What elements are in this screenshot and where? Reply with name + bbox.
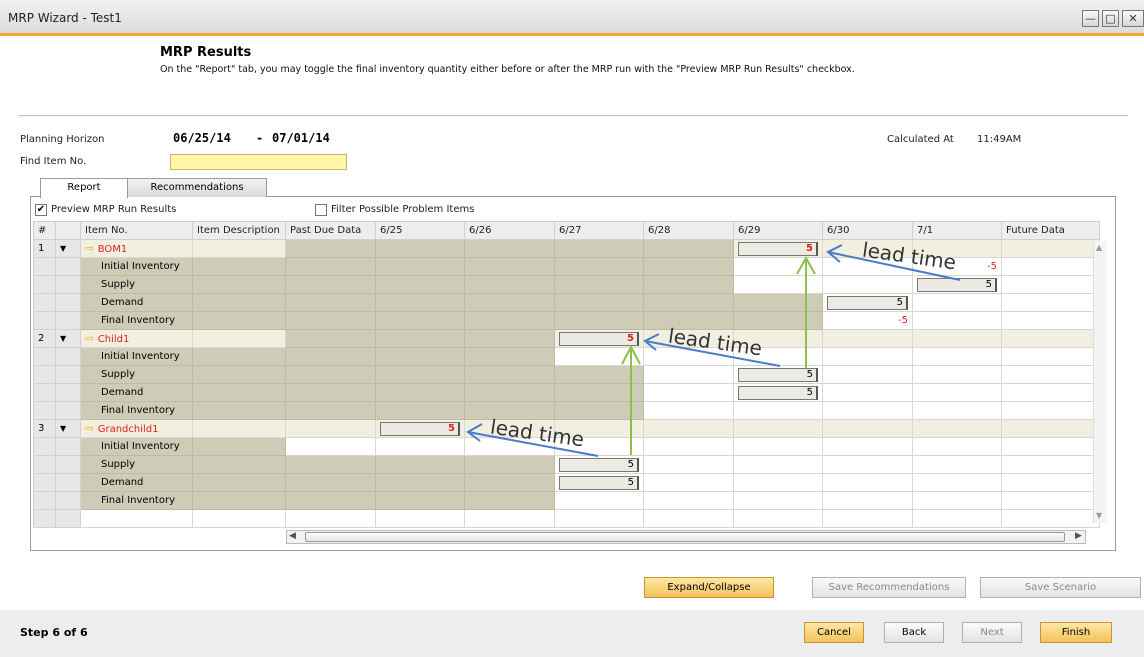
annotation-overlay: [466, 244, 961, 457]
save-recommendations-button[interactable]: Save Recommendations: [812, 577, 966, 598]
back-button[interactable]: Back: [884, 622, 944, 643]
save-scenario-button[interactable]: Save Scenario: [980, 577, 1141, 598]
cancel-button[interactable]: Cancel: [804, 622, 864, 643]
expand-collapse-button[interactable]: Expand/Collapse: [644, 577, 774, 598]
next-button[interactable]: Next: [962, 622, 1022, 643]
finish-button[interactable]: Finish: [1040, 622, 1112, 643]
tab-report[interactable]: Report: [40, 178, 128, 198]
step-indicator: Step 6 of 6: [20, 626, 88, 639]
